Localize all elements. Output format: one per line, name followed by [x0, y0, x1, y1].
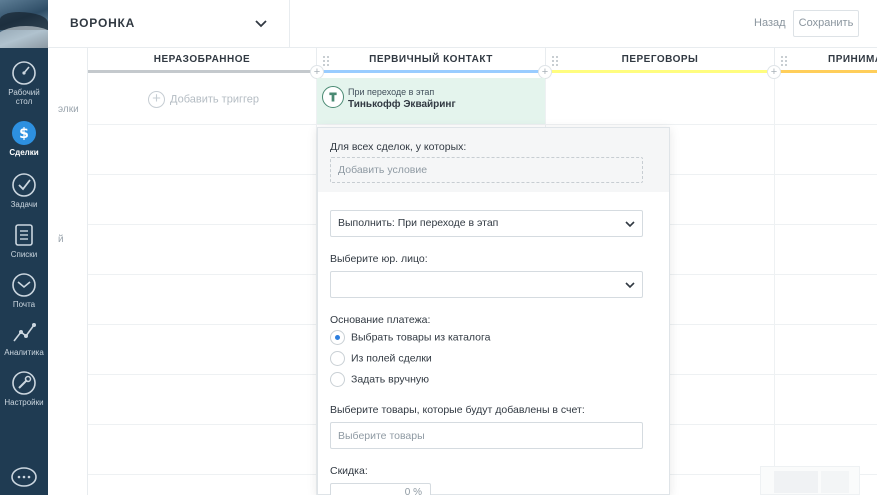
drag-handle-icon[interactable] [781, 56, 787, 66]
analytics-icon [13, 323, 36, 342]
products-input[interactable] [330, 422, 643, 449]
nav-analytics[interactable]: Аналитика [0, 320, 48, 357]
drag-handle-icon[interactable] [552, 56, 558, 66]
plus-circle-icon: + [148, 91, 165, 108]
column-header-unsorted[interactable]: НЕРАЗОБРАННОЕ [88, 48, 317, 73]
row-label: элки [58, 104, 79, 115]
top-header: ВОРОНКА Назад Сохранить [48, 0, 877, 48]
chevron-down-icon [625, 221, 635, 228]
legal-entity-label: Выберите юр. лицо: [330, 253, 428, 265]
nav-deals[interactable]: $ Сделки [0, 120, 48, 157]
nav-lists[interactable]: Списки [0, 222, 48, 259]
tasks-icon [12, 173, 36, 197]
add-trigger-button[interactable]: + Добавить триггер [148, 91, 259, 108]
execute-select-value: Выполнить: При переходе в этап [338, 217, 499, 229]
chevron-down-icon [255, 20, 267, 28]
add-condition-button[interactable]: Добавить условие [330, 157, 643, 183]
nav-mail[interactable]: Почта [0, 272, 48, 309]
legal-entity-select[interactable] [330, 271, 643, 298]
trigger-card[interactable]: При переходе в этап Тинькофф Эквайринг [317, 78, 545, 124]
trigger-settings-panel: Для всех сделок, у которых: Добавить усл… [317, 127, 670, 495]
radio-label: Задать вручную [351, 373, 430, 386]
funnel-title: ВОРОНКА [70, 16, 136, 30]
execute-select[interactable]: Выполнить: При переходе в этап [330, 210, 643, 237]
row-labels-column: элки й [48, 48, 88, 495]
nav-tasks-label: Задачи [10, 200, 38, 209]
grid-row-line [88, 124, 877, 125]
account-logo[interactable] [0, 0, 48, 48]
lists-icon [15, 224, 33, 246]
nav-deals-label: Сделки [9, 148, 39, 157]
left-sidebar: Рабочий стол $ Сделки Задачи Списки Почт… [0, 0, 48, 495]
row-label: й [58, 234, 64, 245]
column-title: ПЕРЕГОВОРЫ [621, 54, 699, 65]
trigger-subtitle: При переходе в этап [348, 87, 435, 97]
column-header-first-contact[interactable]: ПЕРВИЧНЫЙ КОНТАКТ [317, 48, 546, 73]
funnel-selector[interactable]: ВОРОНКА [48, 0, 290, 48]
radio-label: Из полей сделки [351, 352, 432, 365]
radio-button[interactable] [330, 372, 345, 387]
nav-mail-label: Почта [12, 300, 36, 309]
products-label: Выберите товары, которые будут добавлены… [330, 404, 585, 416]
nav-settings-label: Настройки [4, 398, 44, 407]
add-column-plus-icon[interactable]: + [538, 65, 552, 79]
discount-label: Скидка: [330, 465, 368, 477]
radio-catalog[interactable]: Выбрать товары из каталога [330, 330, 490, 346]
svg-text:$: $ [19, 126, 29, 142]
add-trigger-label: Добавить триггер [170, 93, 259, 106]
nav-dashboard-label: Рабочий стол [8, 88, 40, 106]
radio-deal-fields[interactable]: Из полей сделки [330, 351, 432, 367]
radio-label: Выбрать товары из каталога [351, 331, 491, 344]
chat-icon[interactable] [10, 466, 38, 490]
dashboard-icon [12, 61, 36, 85]
column-header-decision[interactable]: ПРИНИМА [775, 48, 877, 73]
trigger-name: Тинькофф Эквайринг [348, 99, 456, 110]
tinkoff-icon [322, 86, 344, 108]
radio-manual[interactable]: Задать вручную [330, 372, 429, 388]
column-title: ПРИНИМА [828, 54, 877, 65]
column-header-negotiations[interactable]: ПЕРЕГОВОРЫ [546, 48, 775, 73]
deals-icon: $ [12, 121, 36, 145]
add-column-plus-icon[interactable]: + [310, 65, 324, 79]
grid-col-line [774, 73, 775, 495]
bottom-right-widget [760, 466, 860, 495]
save-button[interactable]: Сохранить [793, 10, 859, 37]
settings-icon [12, 371, 36, 395]
column-color-bar [88, 70, 316, 73]
nav-lists-label: Списки [10, 250, 38, 259]
add-column-plus-icon[interactable]: + [767, 65, 781, 79]
drag-handle-icon[interactable] [323, 56, 329, 66]
nav-settings[interactable]: Настройки [0, 370, 48, 407]
column-title: НЕРАЗОБРАННОЕ [153, 54, 251, 65]
conditions-section: Для всех сделок, у которых: Добавить усл… [318, 128, 669, 192]
column-color-bar [546, 70, 774, 73]
radio-button[interactable] [330, 351, 345, 366]
column-color-bar [317, 70, 545, 73]
chevron-down-icon [625, 282, 635, 289]
mail-icon [12, 273, 36, 297]
nav-tasks[interactable]: Задачи [0, 172, 48, 209]
column-color-bar [775, 70, 877, 73]
radio-button-selected[interactable] [330, 330, 345, 345]
widget-block [821, 471, 849, 493]
nav-analytics-label: Аналитика [4, 348, 44, 357]
payment-basis-label: Основание платежа: [330, 314, 431, 326]
back-button[interactable]: Назад [754, 17, 786, 29]
discount-input[interactable]: 0 % [330, 483, 431, 495]
all-deals-label: Для всех сделок, у которых: [330, 141, 467, 153]
nav-dashboard[interactable]: Рабочий стол [0, 60, 48, 106]
widget-block [774, 471, 818, 493]
column-title: ПЕРВИЧНЫЙ КОНТАКТ [369, 54, 493, 65]
